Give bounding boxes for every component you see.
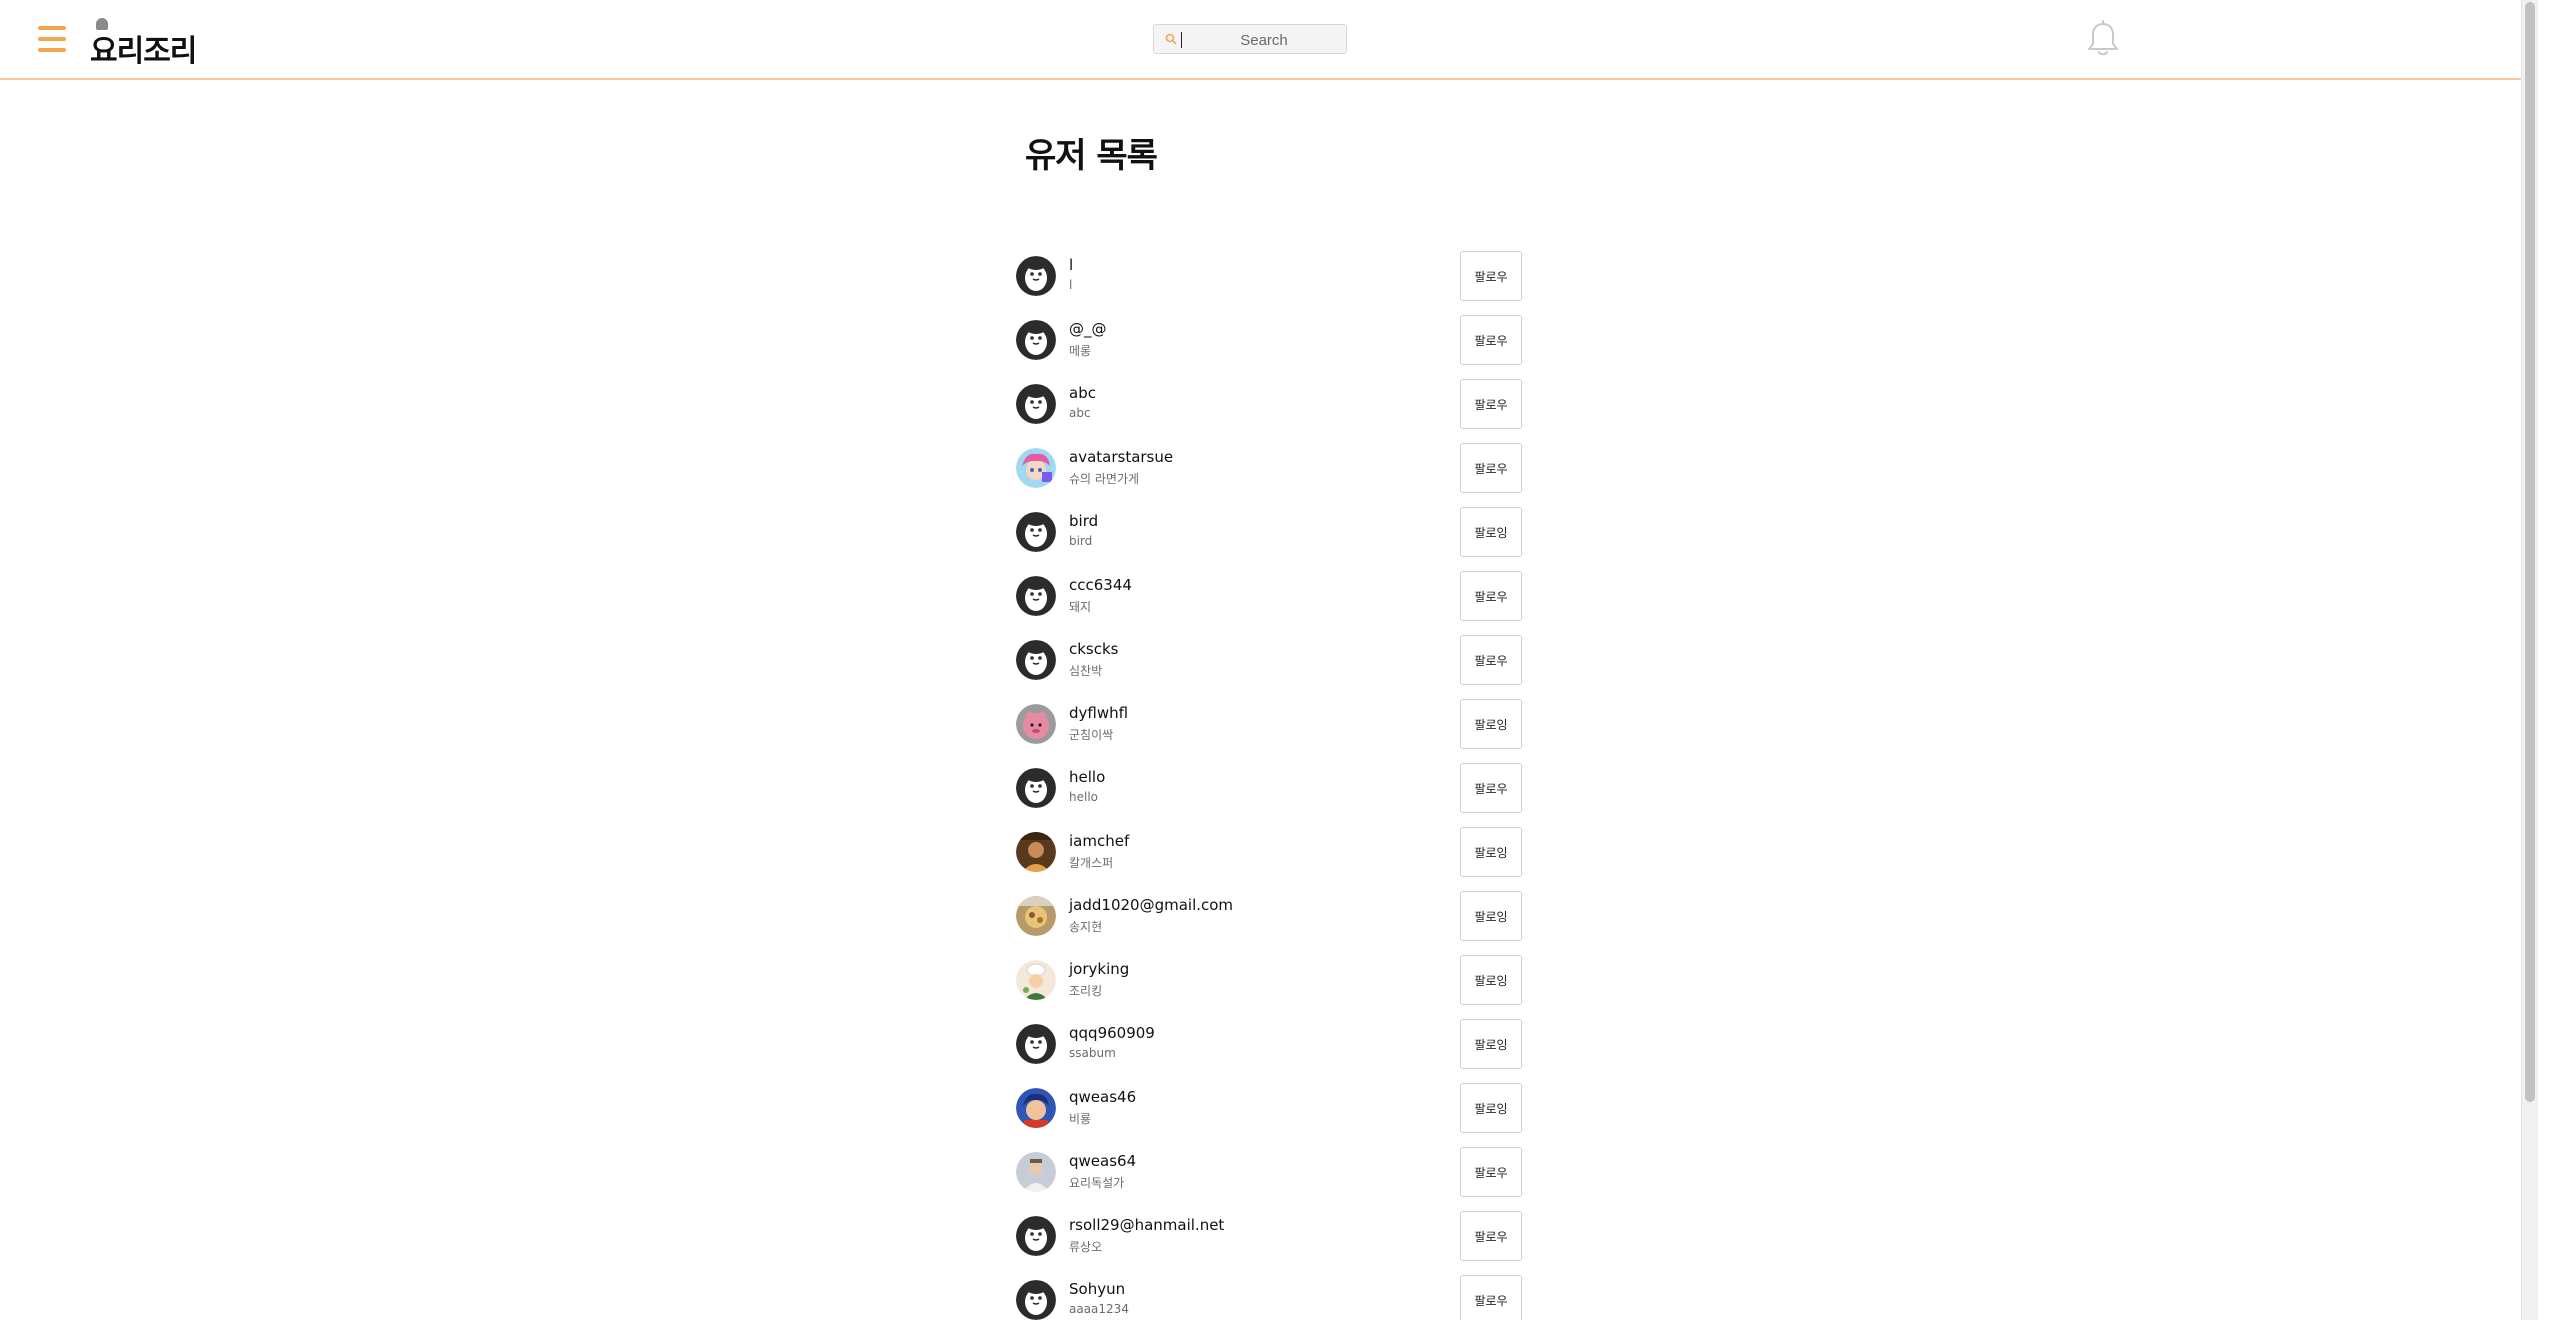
user-name[interactable]: qweas64	[1069, 1152, 1136, 1170]
user-row[interactable]: abc abc 팔로우	[1014, 372, 1522, 436]
search-input[interactable]	[1182, 28, 1346, 52]
user-avatar[interactable]	[1016, 448, 1056, 488]
user-row[interactable]: rsoll29@hanmail.net 류상오 팔로우	[1014, 1204, 1522, 1268]
user-name[interactable]: rsoll29@hanmail.net	[1069, 1216, 1224, 1234]
user-row[interactable]: Sohyun aaaa1234 팔로우	[1014, 1268, 1522, 1320]
user-nickname: hello	[1069, 790, 1098, 804]
user-nickname: bird	[1069, 534, 1093, 548]
top-header: 요리조리	[0, 0, 2538, 80]
user-avatar[interactable]	[1016, 1088, 1056, 1128]
follow-button[interactable]: 팔로우	[1460, 1275, 1522, 1320]
user-row[interactable]: qweas64 요리독설가 팔로우	[1014, 1140, 1522, 1204]
page: 요리조리 유저 목록 ll팔로우@_@메롱팔로우abcabc팔로우avatars…	[0, 0, 2538, 1320]
user-nickname: 메롱	[1069, 344, 1092, 358]
user-nickname: abc	[1069, 406, 1091, 420]
user-row[interactable]: bird bird 팔로잉	[1014, 500, 1522, 564]
user-avatar[interactable]	[1016, 960, 1056, 1000]
user-avatar[interactable]	[1016, 1216, 1056, 1256]
user-name[interactable]: Sohyun	[1069, 1280, 1125, 1298]
user-name[interactable]: joryking	[1069, 960, 1129, 978]
user-name[interactable]: jadd1020@gmail.com	[1069, 896, 1233, 914]
user-row[interactable]: l l 팔로우	[1014, 244, 1522, 308]
page-title: 유저 목록	[1025, 136, 1158, 176]
user-row[interactable]: hello hello 팔로우	[1014, 756, 1522, 820]
user-nickname: aaaa1234	[1069, 1302, 1129, 1316]
user-nickname: ssabum	[1069, 1046, 1116, 1060]
user-avatar[interactable]	[1016, 768, 1056, 808]
user-nickname: 비룡	[1069, 1112, 1092, 1126]
user-row[interactable]: iamchef 칼개스퍼 팔로잉	[1014, 820, 1522, 884]
user-name[interactable]: l	[1069, 256, 1073, 274]
follow-button[interactable]: 팔로잉	[1460, 699, 1522, 749]
user-name[interactable]: @_@	[1069, 320, 1107, 338]
user-avatar[interactable]	[1016, 896, 1056, 936]
user-name[interactable]: ccc6344	[1069, 576, 1132, 594]
follow-button[interactable]: 팔로우	[1460, 635, 1522, 685]
hamburger-menu-icon[interactable]	[38, 26, 66, 52]
user-avatar[interactable]	[1016, 704, 1056, 744]
follow-button[interactable]: 팔로잉	[1460, 891, 1522, 941]
user-nickname: 슈의 라면가게	[1069, 472, 1140, 486]
user-list: l l 팔로우 @_@ 메롱 팔로우 abc abc 팔로우 avatarstarsue 슈의 라면…	[1014, 244, 1522, 1320]
scrollbar-thumb[interactable]	[2525, 2, 2535, 1102]
follow-button[interactable]: 팔로우	[1460, 379, 1522, 429]
user-nickname: 요리독설가	[1069, 1176, 1125, 1190]
user-row[interactable]: joryking 조리킹 팔로잉	[1014, 948, 1522, 1012]
user-name[interactable]: bird	[1069, 512, 1098, 530]
user-nickname: 조리킹	[1069, 984, 1103, 998]
follow-button[interactable]: 팔로우	[1460, 1211, 1522, 1261]
user-avatar[interactable]	[1016, 384, 1056, 424]
user-avatar[interactable]	[1016, 640, 1056, 680]
user-nickname: 칼개스퍼	[1069, 856, 1114, 870]
user-name[interactable]: hello	[1069, 768, 1105, 786]
follow-button[interactable]: 팔로잉	[1460, 827, 1522, 877]
user-avatar[interactable]	[1016, 1152, 1056, 1192]
user-row[interactable]: avatarstarsue 슈의 라면가게 팔로우	[1014, 436, 1522, 500]
user-nickname: 심찬박	[1069, 664, 1103, 678]
follow-button[interactable]: 팔로우	[1460, 315, 1522, 365]
follow-button[interactable]: 팔로우	[1460, 571, 1522, 621]
user-name[interactable]: iamchef	[1069, 832, 1129, 850]
bell-icon[interactable]	[2086, 20, 2120, 58]
user-avatar[interactable]	[1016, 1280, 1056, 1320]
follow-button[interactable]: 팔로우	[1460, 443, 1522, 493]
follow-button[interactable]: 팔로잉	[1460, 955, 1522, 1005]
user-row[interactable]: ccc6344 돼지 팔로우	[1014, 564, 1522, 628]
user-nickname: 류상오	[1069, 1240, 1103, 1254]
user-row[interactable]: jadd1020@gmail.com 송지현 팔로잉	[1014, 884, 1522, 948]
user-name[interactable]: dyflwhfl	[1069, 704, 1128, 722]
follow-button[interactable]: 팔로우	[1460, 251, 1522, 301]
user-row[interactable]: @_@ 메롱 팔로우	[1014, 308, 1522, 372]
user-row[interactable]: qweas46 비룡 팔로잉	[1014, 1076, 1522, 1140]
app-logo[interactable]: 요리조리	[90, 18, 197, 69]
user-avatar[interactable]	[1016, 1024, 1056, 1064]
user-name[interactable]: qqq960909	[1069, 1024, 1155, 1042]
user-row[interactable]: ckscks 심찬박 팔로우	[1014, 628, 1522, 692]
user-name[interactable]: abc	[1069, 384, 1096, 402]
user-row[interactable]: dyflwhfl 군침이싹 팔로잉	[1014, 692, 1522, 756]
user-avatar[interactable]	[1016, 256, 1056, 296]
user-avatar[interactable]	[1016, 320, 1056, 360]
search-box[interactable]	[1153, 24, 1347, 54]
follow-button[interactable]: 팔로우	[1460, 1147, 1522, 1197]
user-name[interactable]: qweas46	[1069, 1088, 1136, 1106]
user-nickname: 송지현	[1069, 920, 1103, 934]
user-nickname: l	[1069, 278, 1073, 292]
app-logo-text: 요리조리	[90, 34, 197, 69]
user-name[interactable]: avatarstarsue	[1069, 448, 1173, 466]
user-avatar[interactable]	[1016, 576, 1056, 616]
user-avatar[interactable]	[1016, 832, 1056, 872]
user-name[interactable]: ckscks	[1069, 640, 1119, 658]
follow-button[interactable]: 팔로우	[1460, 763, 1522, 813]
follow-button[interactable]: 팔로잉	[1460, 1083, 1522, 1133]
user-nickname: 군침이싹	[1069, 728, 1114, 742]
user-nickname: 돼지	[1069, 600, 1092, 614]
user-row[interactable]: qqq960909 ssabum 팔로잉	[1014, 1012, 1522, 1076]
vertical-scrollbar[interactable]	[2521, 0, 2538, 1320]
search-icon	[1165, 33, 1177, 45]
follow-button[interactable]: 팔로잉	[1460, 507, 1522, 557]
follow-button[interactable]: 팔로잉	[1460, 1019, 1522, 1069]
user-avatar[interactable]	[1016, 512, 1056, 552]
chef-hat-icon	[96, 18, 108, 30]
